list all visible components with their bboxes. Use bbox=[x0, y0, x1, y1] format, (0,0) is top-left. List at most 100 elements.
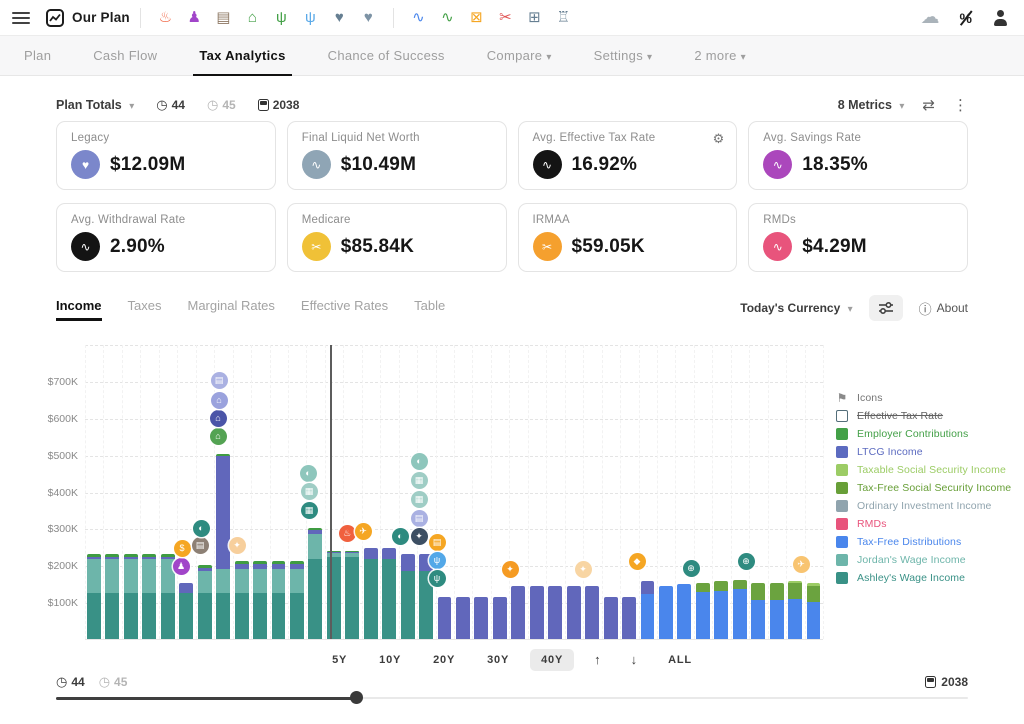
year-slider-handle[interactable] bbox=[350, 691, 363, 704]
milestone-travel-icon-2[interactable]: ✈ bbox=[793, 556, 810, 573]
bar-segment-l[interactable] bbox=[198, 568, 212, 571]
milestone-account-icon-3[interactable]: ◐ bbox=[411, 453, 428, 470]
retirement-palm-icon-2[interactable]: ψ bbox=[296, 0, 325, 36]
milestone-account-icon-4[interactable]: ◐ bbox=[392, 528, 409, 545]
legend-item-effective-tax-rate[interactable]: Effective Tax Rate bbox=[836, 407, 1011, 425]
bar-segment-g[interactable] bbox=[807, 586, 821, 603]
milestone-job-icon[interactable]: ▤ bbox=[192, 537, 209, 554]
tab-more[interactable]: 2 more▾ bbox=[684, 36, 756, 76]
bar-segment-l[interactable] bbox=[474, 597, 488, 639]
bar-segment-a[interactable] bbox=[308, 559, 322, 639]
milestone-education-icon-4[interactable]: ✦ bbox=[575, 561, 592, 578]
bar-segment-b[interactable] bbox=[788, 599, 802, 639]
account-icon[interactable] bbox=[992, 10, 1008, 26]
age-secondary-chip[interactable]: ◷45 bbox=[207, 97, 236, 113]
metrics-count-dropdown[interactable]: 8 Metrics ▾ bbox=[838, 98, 905, 112]
healthcare-heart-icon-2[interactable]: ♥ bbox=[354, 0, 383, 36]
bar-segment-e[interactable] bbox=[272, 561, 286, 564]
tax-event-icon[interactable]: ⊠ bbox=[462, 0, 491, 36]
range-button-all[interactable]: ALL bbox=[657, 649, 703, 671]
healthcare-heart-icon[interactable]: ♥ bbox=[325, 0, 354, 36]
bar-segment-a[interactable] bbox=[235, 593, 249, 639]
bar-segment-j[interactable] bbox=[345, 553, 359, 557]
milestone-bag-plus-icon[interactable]: ▤ bbox=[429, 534, 446, 551]
legend-item-ordinary-investment-income[interactable]: Ordinary Investment Income bbox=[836, 497, 1011, 515]
milestone-money-icon[interactable]: $ bbox=[174, 540, 191, 557]
bar-segment-l[interactable] bbox=[548, 586, 562, 639]
bar-segment-l[interactable] bbox=[142, 557, 156, 559]
kebab-menu-icon[interactable]: ⋮ bbox=[953, 96, 968, 114]
bar-segment-e[interactable] bbox=[345, 551, 359, 552]
bar-segment-g[interactable] bbox=[751, 583, 765, 600]
milestone-business-icon-2[interactable]: ▦ bbox=[301, 502, 318, 519]
bar-segment-e[interactable] bbox=[235, 561, 249, 564]
bar-segment-j[interactable] bbox=[124, 559, 138, 593]
bar-segment-l[interactable] bbox=[364, 548, 378, 559]
bar-segment-l[interactable] bbox=[290, 564, 304, 569]
tax-toggle-icon[interactable]: % bbox=[960, 10, 972, 26]
milestone-education-icon[interactable]: ✦ bbox=[229, 537, 246, 554]
bar-segment-a[interactable] bbox=[198, 593, 212, 639]
bar-segment-e[interactable] bbox=[198, 565, 212, 568]
bar-segment-a[interactable] bbox=[161, 593, 175, 639]
bar-segment-e[interactable] bbox=[105, 554, 119, 557]
about-button[interactable]: ⓘAbout bbox=[919, 299, 968, 318]
legend-item-employer-contributions[interactable]: Employer Contributions bbox=[836, 425, 1011, 443]
bar-segment-b[interactable] bbox=[659, 586, 673, 639]
chart-tab-taxes[interactable]: Taxes bbox=[128, 298, 162, 319]
range-button-5y[interactable]: 5Y bbox=[321, 649, 358, 671]
bar-segment-l[interactable] bbox=[327, 552, 341, 553]
milestone-business-icon-3[interactable]: ▦ bbox=[411, 472, 428, 489]
milestone-home-search-icon[interactable]: ⌂ bbox=[210, 428, 227, 445]
milestone-account-icon[interactable]: ◐ bbox=[193, 520, 210, 537]
bar-segment-j[interactable] bbox=[216, 569, 230, 593]
bar-segment-l[interactable] bbox=[493, 597, 507, 639]
bar-segment-l[interactable] bbox=[308, 530, 322, 534]
bar-segment-b[interactable] bbox=[770, 600, 784, 639]
legend-item-ltcg-income[interactable]: LTCG Income bbox=[836, 443, 1011, 461]
bar-segment-a[interactable] bbox=[327, 557, 341, 639]
chart-tab-effective-rates[interactable]: Effective Rates bbox=[301, 298, 388, 319]
bar-segment-j[interactable] bbox=[290, 569, 304, 593]
milestone-home-icon[interactable]: ⌂ bbox=[210, 410, 227, 427]
plan-totals-dropdown[interactable]: Plan Totals ▾ bbox=[56, 98, 134, 112]
bar-segment-a[interactable] bbox=[290, 593, 304, 639]
bar-segment-t[interactable] bbox=[807, 583, 821, 586]
bar-segment-l[interactable] bbox=[511, 586, 525, 639]
bar-segment-l[interactable] bbox=[567, 586, 581, 639]
bar-segment-e[interactable] bbox=[290, 561, 304, 564]
bar-segment-a[interactable] bbox=[142, 593, 156, 639]
bar-segment-g[interactable] bbox=[714, 581, 728, 591]
range-button-40y[interactable]: 40Y bbox=[530, 649, 574, 671]
menu-icon[interactable] bbox=[12, 12, 30, 24]
milestone-fire-icon[interactable]: ♨ bbox=[339, 525, 356, 542]
bar-segment-b[interactable] bbox=[751, 600, 765, 639]
bar-segment-g[interactable] bbox=[788, 583, 802, 599]
bar-segment-b[interactable] bbox=[641, 594, 655, 639]
job-briefcase-icon[interactable]: ▤ bbox=[209, 0, 238, 36]
bar-segment-l[interactable] bbox=[456, 597, 470, 639]
range-button-10y[interactable]: 10Y bbox=[368, 649, 412, 671]
bar-segment-l[interactable] bbox=[253, 564, 267, 569]
year-slider[interactable] bbox=[56, 697, 968, 699]
bar-segment-g[interactable] bbox=[696, 583, 710, 592]
bar-segment-b[interactable] bbox=[696, 592, 710, 639]
bar-segment-l[interactable] bbox=[382, 548, 396, 559]
gear-icon[interactable]: ⚙ bbox=[713, 131, 725, 147]
legend-item-rmds[interactable]: RMDs bbox=[836, 515, 1011, 533]
year-chip[interactable]: 2038 bbox=[258, 98, 300, 112]
bar-segment-a[interactable] bbox=[105, 593, 119, 639]
home-purchase-icon[interactable]: ⌂ bbox=[238, 0, 267, 36]
bar-segment-g[interactable] bbox=[770, 583, 784, 600]
bank-add-icon[interactable]: ♖ bbox=[549, 0, 578, 36]
chart-tab-table[interactable]: Table bbox=[414, 298, 445, 319]
bar-segment-a[interactable] bbox=[124, 593, 138, 639]
bar-segment-t[interactable] bbox=[788, 581, 802, 583]
tab-settings[interactable]: Settings▾ bbox=[584, 36, 663, 76]
chart-tab-income[interactable]: Income bbox=[56, 298, 102, 319]
tab-cash-flow[interactable]: Cash Flow bbox=[83, 36, 167, 76]
bar-segment-j[interactable] bbox=[142, 559, 156, 593]
tab-compare[interactable]: Compare▾ bbox=[477, 36, 562, 76]
bar-segment-l[interactable] bbox=[161, 557, 175, 559]
bar-segment-j[interactable] bbox=[198, 571, 212, 593]
